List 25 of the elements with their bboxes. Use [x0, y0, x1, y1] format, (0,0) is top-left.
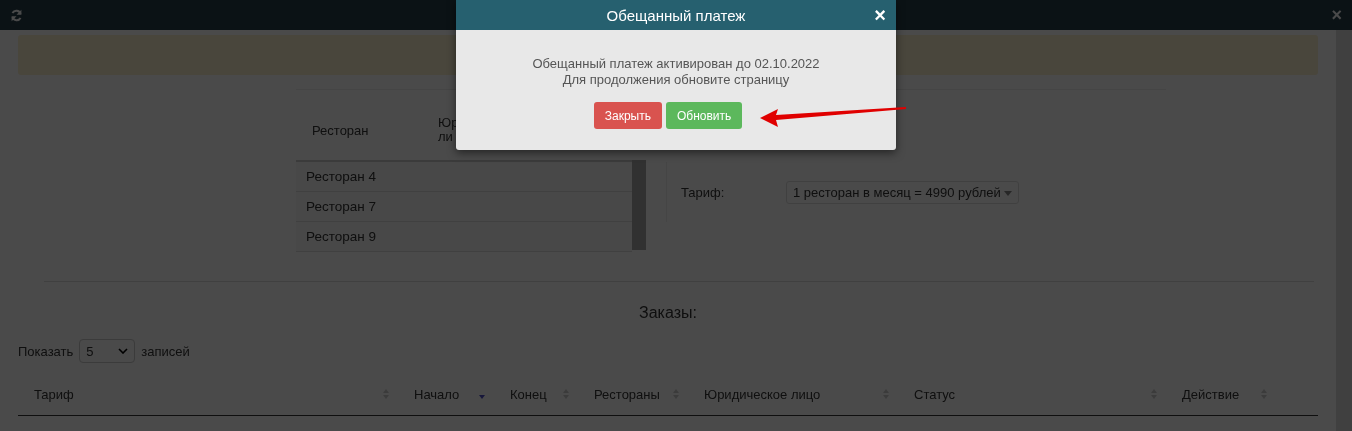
- refresh-button[interactable]: Обновить: [665, 102, 743, 129]
- column-header[interactable]: Ресторан: [296, 122, 438, 138]
- show-label: Показать: [18, 343, 74, 359]
- caret-icon: [1004, 190, 1013, 196]
- column-header[interactable]: Начало: [414, 386, 460, 402]
- column-header[interactable]: Конец: [510, 386, 547, 402]
- scrollbar[interactable]: [1336, 30, 1352, 431]
- column-header[interactable]: Статус: [914, 386, 956, 402]
- column-header[interactable]: Действие: [1182, 386, 1240, 402]
- column-header[interactable]: Юридическое лицо: [704, 386, 821, 402]
- column-header[interactable]: Рестораны: [594, 386, 660, 402]
- refresh-icon[interactable]: [10, 8, 23, 22]
- close-dialog-button[interactable]: Закрыть: [593, 102, 662, 129]
- scrollbar[interactable]: [632, 160, 646, 250]
- dialog-message: Обещанный платеж активирован до 02.10.2022 Для продолжения обновите страницу: [531, 56, 821, 88]
- page-size-select[interactable]: 5: [79, 339, 136, 363]
- orders-title: Заказы:: [638, 304, 698, 322]
- chevron-icon: [118, 348, 129, 354]
- dialog-title: Обещанный платеж: [606, 6, 746, 24]
- entries-label: записей: [141, 343, 190, 359]
- column-header[interactable]: Тариф: [34, 386, 74, 402]
- close-button[interactable]: ×: [874, 5, 886, 25]
- tariff-label: Тариф:: [681, 184, 726, 200]
- tariff-select[interactable]: 1 ресторан в месяц = 4990 рублей: [786, 180, 1020, 204]
- close-icon[interactable]: ×: [1331, 4, 1342, 26]
